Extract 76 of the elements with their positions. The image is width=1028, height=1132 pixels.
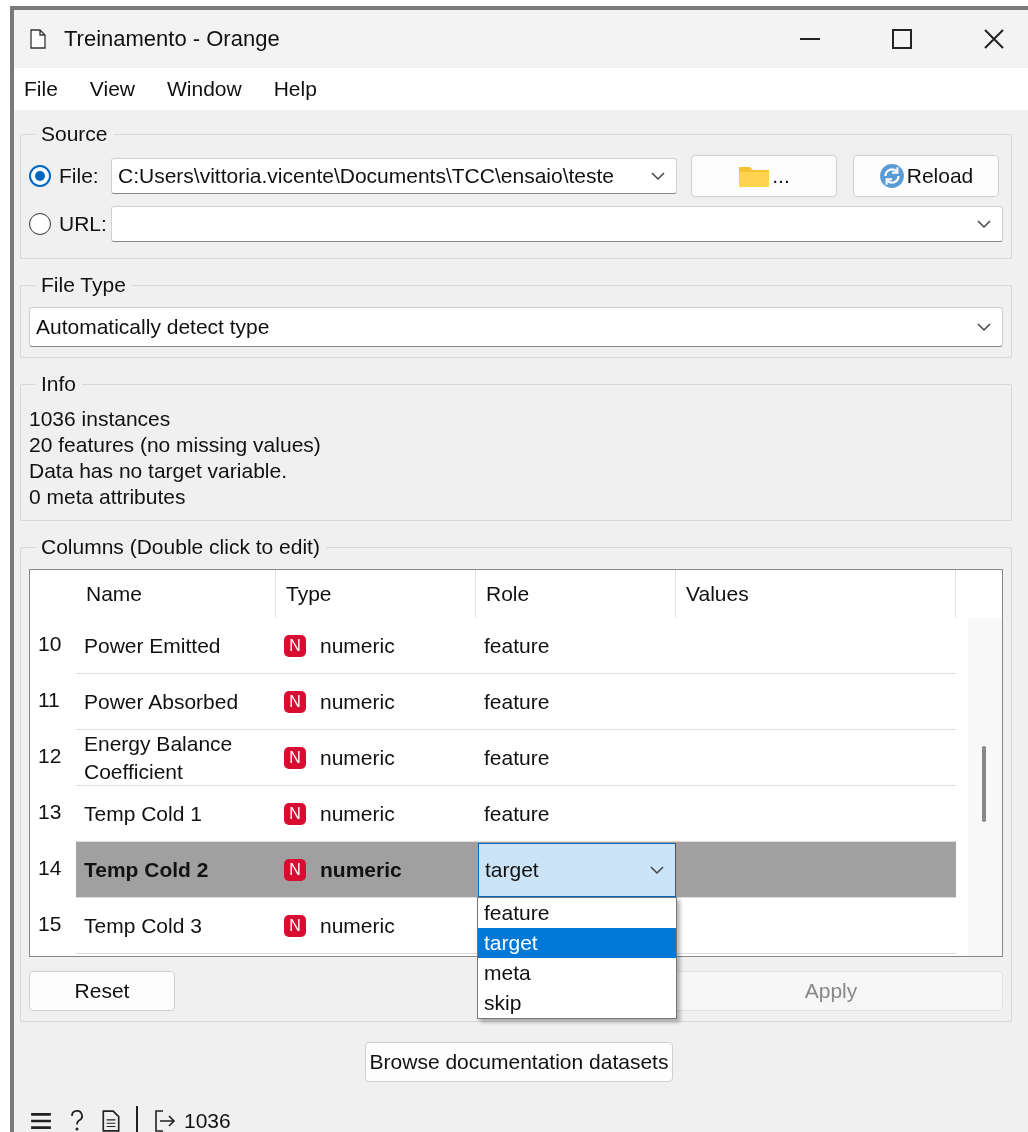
role-combo[interactable]: target (478, 842, 676, 897)
column-header[interactable]: Role (476, 570, 676, 618)
menu-icon[interactable] (30, 1111, 52, 1131)
radio-button[interactable] (29, 213, 51, 235)
type-badge: N (284, 690, 306, 713)
radio-label: URL: (59, 212, 103, 236)
row-number: 15 (37, 911, 63, 936)
table-cell: feature (484, 689, 550, 714)
dropdown-option[interactable]: feature (478, 898, 676, 928)
column-header[interactable]: Type (276, 570, 476, 618)
radio-button[interactable] (29, 165, 51, 187)
group-title: Columns (Double click to edit) (40, 535, 321, 559)
table-cell: numeric (320, 745, 395, 770)
help-icon[interactable] (68, 1109, 86, 1132)
output-count: 1036 (184, 1109, 231, 1132)
row-number: 12 (37, 743, 63, 768)
path-combo[interactable] (111, 206, 1003, 242)
reset-button[interactable]: Reset (29, 971, 175, 1011)
file-type-combo[interactable]: Automatically detect type (29, 307, 1003, 347)
chevron-icon (976, 322, 992, 332)
table-cell-text: Temp Cold 2 (83, 856, 210, 883)
table-cell: feature (484, 745, 550, 770)
path-combo[interactable]: C:Users\vittoria.vicente\Documents\TCC\ensaio\teste (111, 158, 677, 194)
group-title: Source (40, 122, 109, 146)
dropdown-option[interactable]: target (478, 928, 676, 958)
output-icon[interactable] (154, 1110, 176, 1132)
reload-icon (878, 163, 905, 189)
chevron-icon (650, 171, 666, 181)
scrollbar-thumb[interactable] (982, 746, 986, 822)
menu-item[interactable]: Window (167, 77, 242, 101)
type-badge: N (284, 634, 306, 657)
table-cell: numeric (320, 801, 395, 826)
document-icon (30, 29, 46, 49)
row-number: 10 (37, 631, 63, 656)
info-line: 0 meta attributes (29, 484, 187, 510)
document-icon[interactable] (102, 1110, 120, 1132)
type-badge: N (284, 914, 306, 937)
chevron-icon (649, 864, 665, 875)
table-cell-text: Power Emitted (83, 632, 222, 659)
table-cell: numeric (320, 913, 395, 938)
radio-label: File: (59, 164, 100, 188)
row-number: 14 (37, 855, 63, 880)
group-title: Info (40, 372, 78, 396)
menu-item[interactable]: File (24, 77, 58, 101)
column-header[interactable]: Name (76, 570, 276, 618)
table-cell: feature (484, 801, 550, 826)
row-number: 11 (37, 687, 61, 712)
type-badge: N (284, 858, 306, 881)
info-line: 20 features (no missing values) (29, 432, 322, 458)
table-cell-text: Temp Cold 3 (83, 912, 203, 939)
maximize-icon[interactable] (890, 27, 914, 51)
table-cell: numeric (320, 633, 395, 658)
type-badge: N (284, 746, 306, 769)
folder-icon (738, 164, 771, 188)
menu-item[interactable]: Help (273, 77, 317, 101)
table-cell: numeric (320, 689, 395, 714)
table-cell: feature (484, 633, 550, 658)
type-badge: N (284, 802, 306, 825)
scrollbar[interactable] (968, 618, 1002, 956)
browse-button[interactable]: ... (691, 155, 837, 197)
table-cell-text: Temp Cold 1 (83, 800, 203, 827)
close-icon[interactable] (982, 27, 1006, 51)
group-title: File Type (40, 273, 127, 297)
chevron-icon (976, 219, 992, 229)
table-cell: numeric (320, 857, 402, 882)
info-line: Data has no target variable. (29, 458, 288, 484)
row-highlight[interactable]: Temp Cold 2 N numeric target (76, 842, 956, 898)
browse-datasets-button[interactable]: Browse documentation datasets (364, 1042, 674, 1082)
row-number: 13 (37, 799, 63, 824)
column-header[interactable]: Values (676, 570, 956, 618)
table-cell-text: Power Absorbed (83, 688, 240, 715)
window-title: Treinamento - Orange (64, 26, 280, 52)
reload-button[interactable]: Reload (853, 155, 999, 197)
menu-item[interactable]: View (89, 77, 135, 101)
table-cell-text: Energy Balance Coefficient (83, 730, 234, 785)
info-line: 1036 instances (29, 406, 172, 432)
